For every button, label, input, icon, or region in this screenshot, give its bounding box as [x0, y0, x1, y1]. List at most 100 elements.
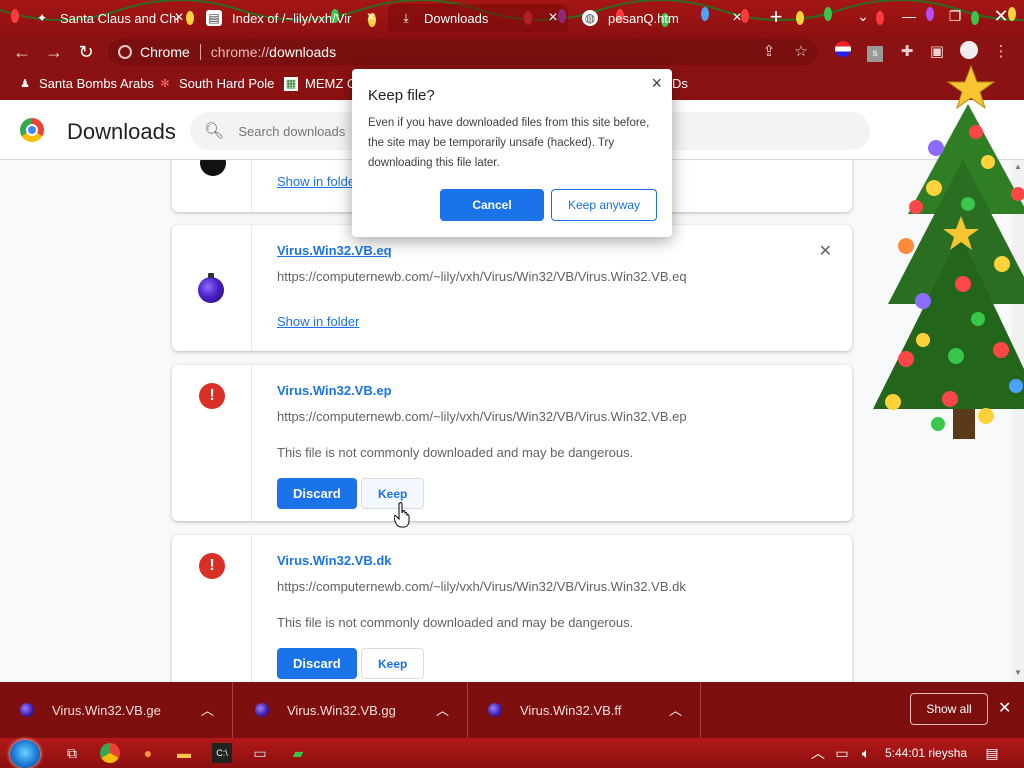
firefox-icon[interactable]: ● — [138, 743, 158, 763]
file-ornament-icon — [200, 160, 226, 176]
show-in-folder-link[interactable]: Show in folder — [277, 174, 359, 189]
tab-pesanq[interactable]: ◍ pesanQ.htm × — [572, 4, 752, 32]
chevron-up-icon[interactable]: ︿ — [669, 700, 682, 719]
chevron-up-icon[interactable]: ︿ — [436, 700, 449, 719]
reload-icon[interactable]: ↻ — [74, 40, 98, 64]
file-icon-column: ! — [172, 365, 252, 521]
back-icon[interactable]: ← — [10, 40, 34, 64]
snowflake-icon: ✻ — [160, 78, 170, 90]
forward-icon[interactable]: → — [42, 40, 66, 64]
download-icon: ⤓ — [403, 10, 409, 25]
shelf-item-label: Virus.Win32.VB.ge — [52, 702, 161, 718]
url-path: downloads — [269, 44, 337, 60]
site-label: Chrome — [140, 44, 190, 60]
discard-button[interactable]: Discard — [277, 648, 357, 679]
page-title: Downloads — [67, 119, 176, 144]
keep-anyway-button[interactable]: Keep anyway — [551, 189, 657, 221]
download-shelf: Virus.Win32.VB.ge ︿ Virus.Win32.VB.gg ︿ … — [0, 682, 1024, 738]
download-url: https://computernewb.com/~lily/vxh/Virus… — [277, 269, 687, 284]
dialog-title: Keep file? — [368, 87, 435, 104]
download-url: https://computernewb.com/~lily/vxh/Virus… — [277, 579, 686, 594]
close-tab-icon[interactable]: × — [728, 9, 746, 27]
close-shelf-icon[interactable]: ✕ — [998, 698, 1011, 718]
tab-label: Downloads — [424, 10, 489, 26]
share-icon[interactable]: ⇪ — [758, 41, 780, 63]
close-tab-icon[interactable]: × — [362, 9, 380, 27]
side-panel-icon[interactable]: ▣ — [926, 41, 948, 63]
memz-icon: ▦ — [284, 76, 298, 91]
tray-chevron-up-icon[interactable]: ︿ — [808, 743, 828, 763]
file-icon-column: ! — [172, 535, 252, 682]
shelf-item-label: Virus.Win32.VB.gg — [287, 702, 396, 718]
profile-avatar-icon[interactable] — [958, 41, 980, 63]
download-filename: Virus.Win32.VB.ep — [277, 383, 392, 398]
scroll-down-arrow-icon[interactable]: ▼ — [1014, 668, 1022, 677]
show-in-folder-link[interactable]: Show in folder — [277, 314, 359, 329]
tab-strip: ✦ Santa Claus and Christ × ▤ Index of /~… — [0, 0, 1024, 36]
shelf-item[interactable]: Virus.Win32.VB.ff ︿ — [468, 682, 701, 738]
notes-app-icon[interactable]: ▰ — [288, 743, 308, 763]
extension-s-icon[interactable]: s — [864, 41, 886, 63]
file-ornament-icon — [488, 703, 502, 717]
globe-icon: ◍ — [582, 10, 598, 26]
danger-warning-text: This file is not commonly downloaded and… — [277, 445, 634, 460]
file-ornament-icon — [20, 703, 34, 717]
bookmark-santa-bombs-arabs[interactable]: ♟ Santa Bombs Arabs — [18, 76, 154, 91]
download-url: https://computernewb.com/~lily/vxh/Virus… — [277, 409, 687, 424]
file-ornament-icon — [198, 273, 224, 303]
bookmark-partial[interactable]: Ds — [672, 76, 688, 91]
file-explorer-icon[interactable]: ▬ — [174, 743, 194, 763]
tab-downloads[interactable]: ⤓ Downloads × — [388, 4, 568, 32]
bookmark-label: MEMZ C — [305, 76, 357, 91]
chrome-taskbar-icon[interactable] — [100, 743, 120, 763]
chrome-site-icon — [118, 45, 132, 59]
address-bar[interactable]: Chrome chrome:// downloads — [108, 39, 818, 65]
search-icon: 🔍︎ — [204, 123, 225, 140]
cancel-button[interactable]: Cancel — [440, 189, 544, 221]
tab-index-of[interactable]: ▤ Index of /~lily/vxh/Vir × — [196, 4, 386, 32]
close-tab-icon[interactable]: × — [544, 9, 562, 27]
notifications-icon[interactable]: ▤ — [982, 743, 1002, 763]
command-prompt-icon[interactable]: C:\ — [212, 743, 232, 763]
window-app-icon[interactable]: ▭ — [250, 743, 270, 763]
keep-button[interactable]: Keep — [361, 648, 425, 679]
bookmark-south-hard-pole[interactable]: ✻ South Hard Pole — [158, 76, 274, 91]
danger-warning-icon: ! — [199, 553, 225, 579]
discard-button[interactable]: Discard — [277, 478, 357, 509]
start-button[interactable] — [10, 740, 40, 768]
show-all-button[interactable]: Show all — [910, 693, 988, 725]
menu-kebab-icon[interactable]: ⋮ — [990, 41, 1012, 63]
omnibox-separator — [199, 44, 201, 60]
file-icon-column — [172, 160, 252, 212]
volume-icon[interactable]: 🔈︎ — [856, 743, 876, 763]
bookmark-label: Ds — [672, 76, 688, 91]
network-icon[interactable]: ▭ — [832, 743, 852, 763]
hand-cursor-icon — [394, 502, 410, 528]
shelf-item[interactable]: Virus.Win32.VB.gg ︿ — [235, 682, 468, 738]
download-filename-link[interactable]: Virus.Win32.VB.eq — [277, 243, 392, 258]
extension-flag-icon[interactable] — [832, 41, 854, 63]
remove-download-icon[interactable]: ✕ — [819, 241, 832, 261]
tab-santa-claus[interactable]: ✦ Santa Claus and Christ × — [24, 4, 194, 32]
task-view-icon[interactable]: ⧉ — [62, 743, 82, 763]
tab-search-chevron-icon[interactable]: ⌄ — [840, 0, 886, 32]
santa-icon: ✦ — [36, 11, 48, 25]
new-tab-button[interactable]: + — [764, 6, 788, 30]
taskbar-clock[interactable]: 5:44:01 rieysha — [885, 746, 967, 760]
keep-button[interactable]: Keep — [361, 478, 425, 509]
close-window-button[interactable]: ✕ — [978, 0, 1024, 32]
minimize-button[interactable]: — — [886, 0, 932, 32]
folder-icon: ▤ — [206, 10, 222, 26]
restore-button[interactable]: ❐ — [932, 0, 978, 32]
close-tab-icon[interactable]: × — [170, 9, 188, 27]
close-dialog-icon[interactable]: × — [651, 73, 662, 94]
file-icon-column — [172, 225, 252, 351]
bookmark-memz[interactable]: ▦ MEMZ C — [284, 76, 356, 91]
shelf-item-label: Virus.Win32.VB.ff — [520, 702, 622, 718]
download-filename: Virus.Win32.VB.dk — [277, 553, 392, 568]
chevron-up-icon[interactable]: ︿ — [201, 700, 214, 719]
extensions-puzzle-icon[interactable]: ✚ — [896, 41, 918, 63]
bookmark-star-icon[interactable]: ☆ — [790, 41, 812, 63]
bookmark-label: South Hard Pole — [179, 76, 275, 91]
shelf-item[interactable]: Virus.Win32.VB.ge ︿ — [0, 682, 233, 738]
